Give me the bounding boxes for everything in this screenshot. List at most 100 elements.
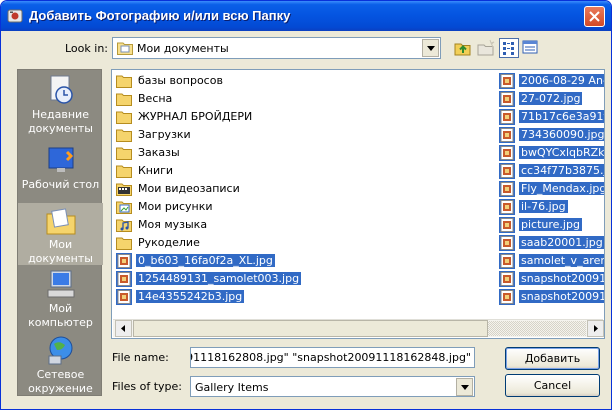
- image-file-icon: [499, 181, 515, 197]
- image-file-icon: [499, 253, 515, 269]
- file-name-text: Рукоделие: [138, 236, 200, 249]
- file-name-text: 14e4355242b3.jpg: [136, 290, 245, 303]
- file-list[interactable]: базы вопросов Весна ЖУРНАЛ БРОЙДЕРИ Загрузк…: [111, 69, 605, 339]
- file-name-text: il-76.jpg: [519, 200, 568, 213]
- image-file-icon: [499, 289, 515, 305]
- create-new-folder-button[interactable]: [476, 38, 496, 58]
- place-my-computer[interactable]: Мой компьютер: [18, 268, 103, 330]
- image-file-icon: [499, 73, 515, 89]
- place-label: Недавние документы: [28, 108, 93, 135]
- file-name-text: Загрузки: [138, 128, 191, 141]
- file-name-text: Книги: [138, 164, 174, 177]
- details-view-icon: [522, 40, 538, 54]
- scrollbar-track[interactable]: [488, 321, 586, 336]
- place-label: Мои документы: [28, 238, 93, 265]
- file-name-text: Мои видеозаписи: [138, 182, 240, 195]
- scroll-right-button[interactable]: [587, 320, 604, 337]
- file-name-text: 734360090.jpg: [519, 128, 605, 141]
- file-dialog-window: Добавить Фотографию и/или всю Папку Look…: [0, 0, 612, 410]
- window-title: Добавить Фотографию и/или всю Папку: [29, 8, 291, 23]
- image-file-icon: [499, 163, 515, 179]
- chevron-down-icon: [461, 385, 469, 390]
- image-file-icon: [116, 271, 132, 287]
- place-my-documents[interactable]: Мои документы: [18, 203, 103, 265]
- file-name-text: 2006-08-29 An-24: [519, 74, 604, 87]
- app-icon: [7, 9, 23, 23]
- folder-icon: [116, 111, 132, 124]
- desktop-icon: [48, 147, 73, 172]
- image-file-icon: [499, 235, 515, 251]
- network-icon: [48, 336, 72, 365]
- file-name-text: ЖУРНАЛ БРОЙДЕРИ: [138, 110, 253, 123]
- image-file-icon: [499, 217, 515, 233]
- image-file-icon: [499, 271, 515, 287]
- file-name-text: snapshot2009111: [519, 272, 604, 285]
- file-name-text: saab20001.jpg: [519, 236, 604, 249]
- place-network[interactable]: Сетевое окружение: [18, 334, 103, 396]
- image-file-icon: [499, 109, 515, 125]
- folder-icon: [116, 75, 132, 88]
- file-name-text: 71b17c6e3a91f2b: [519, 110, 604, 123]
- file-name-text: snapshot2009111: [519, 290, 604, 303]
- folder-icon: [116, 129, 132, 142]
- file-name-text: samolet_v_arend: [519, 254, 604, 267]
- recent-documents-icon: [50, 75, 73, 104]
- scroll-left-button[interactable]: [115, 320, 132, 337]
- file-name-text: Моя музыка: [138, 218, 208, 231]
- file-name-text: Fly_Mendax.jpg: [519, 182, 604, 195]
- scrollbar-thumb[interactable]: [133, 320, 488, 337]
- look-in-value: Мои документы: [137, 42, 229, 55]
- file-name-text: bwQYCxlqbRZkOE: [519, 146, 604, 159]
- details-view-button[interactable]: [521, 38, 541, 58]
- folder-up-icon: [454, 43, 471, 56]
- chevron-down-icon: [427, 46, 435, 51]
- chevron-left-icon: [121, 325, 125, 332]
- pictures-folder-icon: [116, 201, 132, 214]
- file-name-text: Мои рисунки: [138, 200, 213, 213]
- my-documents-icon: [46, 208, 75, 235]
- file-name-text: 27-072.jpg: [519, 92, 583, 105]
- up-one-level-button[interactable]: [453, 38, 473, 58]
- close-icon: [589, 11, 600, 22]
- places-bar: Недавние документы Рабочий стол Мои доку…: [17, 69, 103, 396]
- look-in-combo[interactable]: Мои документы: [112, 37, 441, 59]
- list-view-button[interactable]: [499, 38, 519, 58]
- look-in-label: Look in:: [65, 42, 108, 55]
- files-of-type-dropdown-button[interactable]: [456, 378, 473, 396]
- file-name-text: cc34f77b3875.jpg: [519, 164, 604, 177]
- title-bar[interactable]: Добавить Фотографию и/или всю Папку: [1, 1, 611, 31]
- folder-icon: [116, 165, 132, 178]
- file-name-text: 0_b603_16fa0f2a_XL.jpg: [136, 254, 275, 267]
- image-file-icon: [499, 91, 515, 107]
- image-file-icon: [116, 289, 132, 305]
- cancel-button[interactable]: Cancel: [505, 374, 600, 397]
- place-desktop[interactable]: Рабочий стол: [18, 144, 103, 192]
- file-name-text: 1254489131_samolet003.jpg: [136, 272, 302, 285]
- place-label: Мой компьютер: [28, 302, 93, 329]
- file-name-text: Заказы: [138, 146, 180, 159]
- file-name-input[interactable]: hot20091118162808.jpg" "snapshot20091118…: [190, 347, 475, 368]
- horizontal-scrollbar[interactable]: [113, 319, 604, 337]
- folder-icon: [116, 93, 132, 106]
- folder-icon: [116, 147, 132, 160]
- close-button[interactable]: [584, 6, 605, 27]
- files-of-type-label: Files of type:: [112, 380, 183, 393]
- folder-icon: [116, 237, 132, 250]
- place-recent-documents[interactable]: Недавние документы: [18, 74, 103, 136]
- image-file-icon: [116, 253, 132, 269]
- look-in-dropdown-button[interactable]: [422, 39, 439, 57]
- files-of-type-combo[interactable]: Gallery Items: [190, 376, 475, 397]
- file-name-label: File name:: [112, 351, 169, 364]
- file-name-value: hot20091118162808.jpg" "snapshot20091118…: [191, 351, 471, 364]
- place-label: Рабочий стол: [21, 178, 100, 191]
- list-view-icon: [503, 42, 514, 55]
- image-file-icon: [499, 127, 515, 143]
- image-file-icon: [499, 145, 515, 161]
- add-button[interactable]: Добавить: [505, 347, 600, 370]
- file-name-text: Весна: [138, 92, 173, 105]
- chevron-right-icon: [594, 325, 598, 332]
- documents-folder-icon: [117, 42, 133, 55]
- image-file-icon: [499, 199, 515, 215]
- place-label: Сетевое окружение: [28, 368, 93, 395]
- files-of-type-value: Gallery Items: [195, 381, 269, 394]
